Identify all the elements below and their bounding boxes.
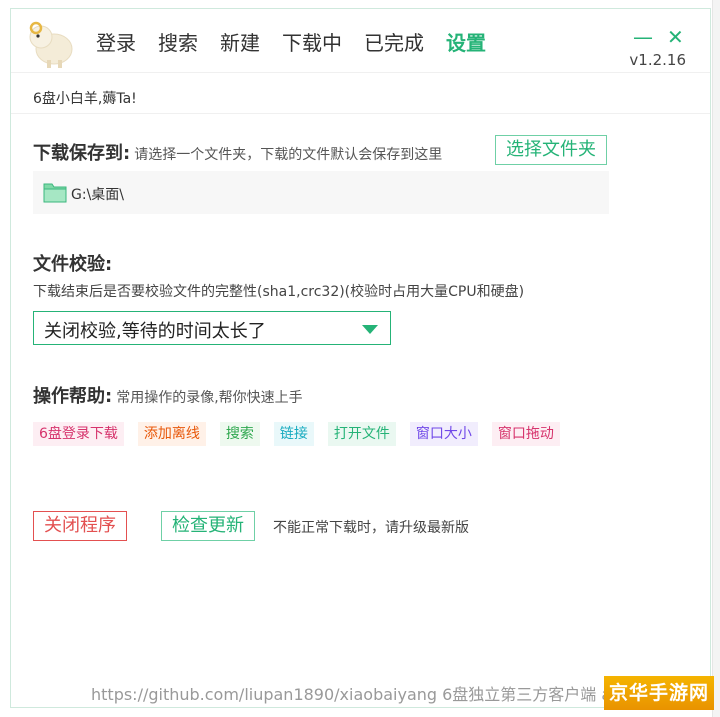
- background-window-edge: [712, 0, 720, 717]
- help-tag[interactable]: 链接: [273, 422, 314, 446]
- nav-new[interactable]: 新建: [220, 29, 260, 57]
- nav-login[interactable]: 登录: [96, 29, 136, 57]
- close-program-button[interactable]: 关闭程序: [33, 511, 127, 541]
- download-section-title: 下载保存到: 请选择一个文件夹，下载的文件默认会保存到这里: [33, 139, 442, 165]
- help-tag[interactable]: 窗口大小: [409, 422, 478, 446]
- divider: [11, 113, 710, 114]
- sheep-logo-icon: [29, 21, 73, 68]
- help-tag[interactable]: 打开文件: [327, 422, 396, 446]
- main-nav: 登录 搜索 新建 下载中 已完成 设置: [96, 29, 508, 57]
- verify-select[interactable]: 关闭校验,等待的时间太长了: [33, 311, 391, 345]
- download-hint: 请选择一个文件夹，下载的文件默认会保存到这里: [134, 147, 443, 163]
- help-tag[interactable]: 窗口拖动: [491, 422, 560, 446]
- help-tag[interactable]: 添加离线: [137, 422, 206, 446]
- help-tag[interactable]: 6盘登录下载: [33, 422, 124, 446]
- folder-icon: [43, 183, 67, 203]
- nav-downloading[interactable]: 下载中: [282, 29, 342, 57]
- help-tag[interactable]: 搜索: [219, 422, 260, 446]
- watermark-logo: 京华手游网: [604, 676, 714, 710]
- dropdown-arrow-icon: [362, 325, 378, 334]
- check-update-button[interactable]: 检查更新: [161, 511, 255, 541]
- nav-search[interactable]: 搜索: [158, 29, 198, 57]
- download-path: G:\桌面\: [71, 187, 124, 203]
- greeting-text: 6盘小白羊,薅Ta!: [33, 91, 137, 107]
- close-icon[interactable]: ✕: [667, 27, 684, 47]
- update-note: 不能正常下载时，请升级最新版: [273, 520, 469, 536]
- nav-completed[interactable]: 已完成: [364, 29, 424, 57]
- verify-description: 下载结束后是否要校验文件的完整性(sha1,crc32)(校验时占用大量CPU和…: [33, 284, 525, 300]
- choose-folder-button[interactable]: 选择文件夹: [495, 135, 607, 165]
- help-hint: 常用操作的录像,帮你快速上手: [116, 390, 303, 406]
- help-tags: 6盘登录下载 添加离线 搜索 链接 打开文件 窗口大小 窗口拖动: [33, 422, 574, 446]
- minimize-icon[interactable]: —: [633, 27, 653, 47]
- nav-settings[interactable]: 设置: [446, 29, 486, 57]
- download-path-box[interactable]: G:\桌面\: [33, 171, 609, 214]
- help-section-title: 操作帮助: 常用操作的录像,帮你快速上手: [33, 382, 303, 408]
- download-title: 下载保存到:: [33, 143, 131, 164]
- title-bar[interactable]: 登录 搜索 新建 下载中 已完成 设置 — ✕ v1.2.16: [11, 9, 710, 73]
- help-title: 操作帮助:: [33, 386, 113, 407]
- app-window: 登录 搜索 新建 下载中 已完成 设置 — ✕ v1.2.16 6盘小白羊,薅T…: [10, 8, 711, 708]
- verify-title: 文件校验:: [33, 254, 113, 275]
- verify-select-value: 关闭校验,等待的时间太长了: [44, 321, 266, 342]
- version-label: v1.2.16: [629, 51, 686, 69]
- footer-text[interactable]: https://github.com/liupan1890/xiaobaiyan…: [91, 681, 685, 705]
